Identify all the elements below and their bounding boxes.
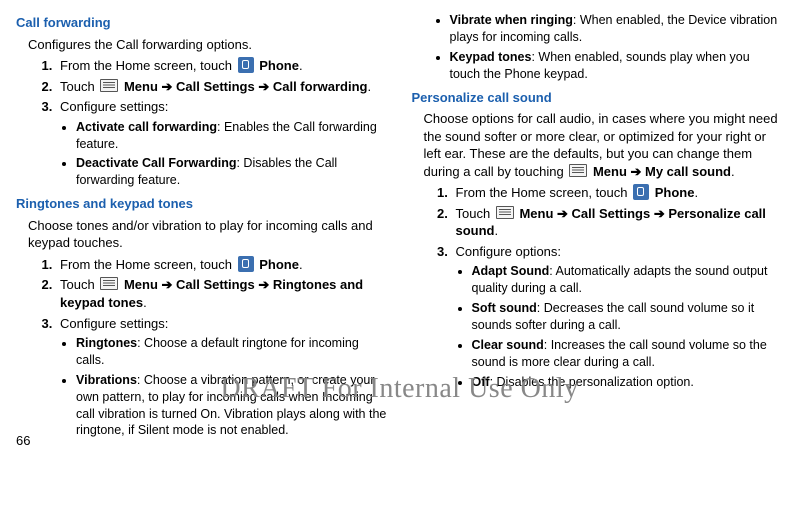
steps-call-forwarding: From the Home screen, touch Phone. Touch… xyxy=(16,57,388,189)
label: Activate call forwarding xyxy=(76,120,217,134)
label: Phone xyxy=(259,58,299,73)
text: . xyxy=(495,223,499,238)
label: Soft sound xyxy=(472,301,537,315)
pc-bullets: Adapt Sound: Automatically adapts the so… xyxy=(456,263,784,390)
pc-step-1: From the Home screen, touch Phone. xyxy=(452,184,784,202)
text: From the Home screen, touch xyxy=(60,58,236,73)
text: Configure settings: xyxy=(60,99,168,114)
text: Configure settings: xyxy=(60,316,168,331)
label: Menu ➔ Call Settings ➔ Call forwarding xyxy=(124,79,368,94)
phone-icon xyxy=(238,57,254,73)
steps-personalize: From the Home screen, touch Phone. Touch… xyxy=(412,184,784,390)
rt-step-2: Touch Menu ➔ Call Settings ➔ Ringtones a… xyxy=(56,276,388,311)
label: Phone xyxy=(655,185,695,200)
label: Ringtones xyxy=(76,336,137,350)
steps-ringtones: From the Home screen, touch Phone. Touch… xyxy=(16,256,388,439)
cf-bullet-deactivate: Deactivate Call Forwarding: Disables the… xyxy=(76,155,388,189)
label: Clear sound xyxy=(472,338,544,352)
text: . xyxy=(731,164,735,179)
cf-step-2: Touch Menu ➔ Call Settings ➔ Call forwar… xyxy=(56,78,388,96)
text: . xyxy=(143,295,147,310)
right-column: Vibrate when ringing: When enabled, the … xyxy=(412,12,784,445)
intro-call-forwarding: Configures the Call forwarding options. xyxy=(28,36,388,54)
page-number: 66 xyxy=(16,432,30,450)
menu-icon xyxy=(100,79,118,92)
text: From the Home screen, touch xyxy=(60,257,236,272)
pc-bullet-clear: Clear sound: Increases the call sound vo… xyxy=(472,337,784,371)
rt-bullet-vibrations: Vibrations: Choose a vibration pattern, … xyxy=(76,372,388,440)
text: From the Home screen, touch xyxy=(456,185,632,200)
pc-bullet-off: Off: Disables the personalization option… xyxy=(472,374,784,391)
heading-personalize: Personalize call sound xyxy=(412,89,784,107)
heading-call-forwarding: Call forwarding xyxy=(16,14,388,32)
text: Touch xyxy=(60,277,98,292)
phone-icon xyxy=(238,256,254,272)
text: . xyxy=(299,58,303,73)
phone-icon xyxy=(633,184,649,200)
intro-personalize: Choose options for call audio, in cases … xyxy=(424,110,784,180)
text: : Disables the personalization option. xyxy=(490,375,694,389)
text: . xyxy=(694,185,698,200)
label: Menu ➔ My call sound xyxy=(593,164,731,179)
rt-step-3: Configure settings: Ringtones: Choose a … xyxy=(56,315,388,440)
menu-icon xyxy=(569,164,587,177)
text: Configure options: xyxy=(456,244,562,259)
label: Adapt Sound xyxy=(472,264,550,278)
intro-ringtones: Choose tones and/or vibration to play fo… xyxy=(28,217,388,252)
menu-icon xyxy=(496,206,514,219)
rt-step-1: From the Home screen, touch Phone. xyxy=(56,256,388,274)
cf-step-3: Configure settings: Activate call forwar… xyxy=(56,98,388,189)
cf-step-1: From the Home screen, touch Phone. xyxy=(56,57,388,75)
pc-bullet-soft: Soft sound: Decreases the call sound vol… xyxy=(472,300,784,334)
left-column: Call forwarding Configures the Call forw… xyxy=(16,12,388,445)
pc-step-2: Touch Menu ➔ Call Settings ➔ Personalize… xyxy=(452,205,784,240)
label: Vibrations xyxy=(76,373,137,387)
rt-bullet-vibrate-ringing: Vibrate when ringing: When enabled, the … xyxy=(450,12,784,46)
label: Deactivate Call Forwarding xyxy=(76,156,236,170)
label: Phone xyxy=(259,257,299,272)
label: Vibrate when ringing xyxy=(450,13,573,27)
rt-bullet-ringtones: Ringtones: Choose a default ringtone for… xyxy=(76,335,388,369)
cf-bullets: Activate call forwarding: Enables the Ca… xyxy=(60,119,388,190)
text: . xyxy=(299,257,303,272)
heading-ringtones: Ringtones and keypad tones xyxy=(16,195,388,213)
cf-bullet-activate: Activate call forwarding: Enables the Ca… xyxy=(76,119,388,153)
pc-step-3: Configure options: Adapt Sound: Automati… xyxy=(452,243,784,391)
text: Touch xyxy=(456,206,494,221)
text: . xyxy=(367,79,371,94)
rt-bullets: Ringtones: Choose a default ringtone for… xyxy=(60,335,388,439)
rt-bullets-continued: Vibrate when ringing: When enabled, the … xyxy=(412,12,784,83)
menu-icon xyxy=(100,277,118,290)
label: Keypad tones xyxy=(450,50,532,64)
pc-bullet-adapt: Adapt Sound: Automatically adapts the so… xyxy=(472,263,784,297)
label: Off xyxy=(472,375,490,389)
rt-bullet-keypad-tones: Keypad tones: When enabled, sounds play … xyxy=(450,49,784,83)
page-columns: Call forwarding Configures the Call forw… xyxy=(16,12,783,445)
text: Touch xyxy=(60,79,98,94)
